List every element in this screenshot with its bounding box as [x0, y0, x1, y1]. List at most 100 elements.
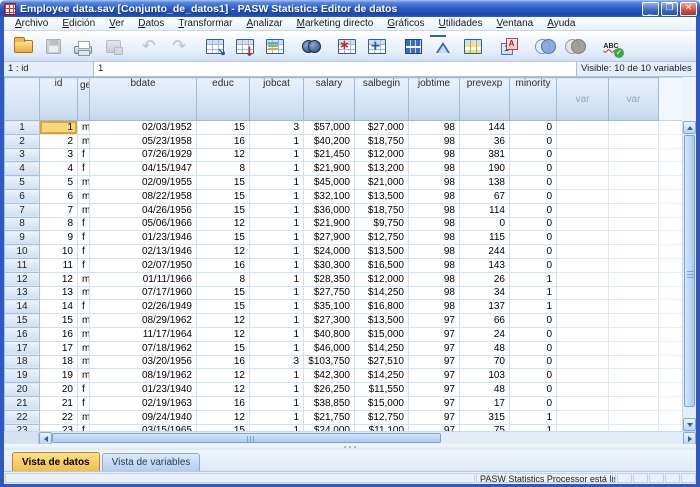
maximize-button[interactable]: ❐: [661, 2, 678, 16]
cell-id-row19[interactable]: 19: [40, 369, 78, 383]
cell-jobtime-row3[interactable]: 98: [409, 148, 460, 162]
cell-salary-row13[interactable]: $27,750: [304, 286, 355, 300]
cell-var2-row12[interactable]: [609, 272, 659, 286]
redo-button[interactable]: ↷: [165, 33, 193, 60]
cell-salary-row22[interactable]: $21,750: [304, 410, 355, 424]
cell-bdate-row18[interactable]: 03/20/1956: [90, 355, 197, 369]
cell-prevexp-row16[interactable]: 24: [460, 327, 510, 341]
cell-salary-row12[interactable]: $28,350: [304, 272, 355, 286]
horizontal-scroll-thumb[interactable]: [52, 433, 441, 443]
cell-var1-row17[interactable]: [557, 341, 609, 355]
cell-var2-row13[interactable]: [609, 286, 659, 300]
cell-educ-row2[interactable]: 16: [197, 134, 250, 148]
cell-educ-row15[interactable]: 12: [197, 314, 250, 328]
cell-salbegin-row22[interactable]: $12,750: [355, 410, 409, 424]
cell-id-row14[interactable]: 14: [40, 300, 78, 314]
cell-jobtime-row2[interactable]: 98: [409, 134, 460, 148]
cell-var2-row14[interactable]: [609, 300, 659, 314]
cell-jobcat-row4[interactable]: 1: [250, 162, 304, 176]
cell-prevexp-row10[interactable]: 244: [460, 245, 510, 259]
cell-var1-row15[interactable]: [557, 314, 609, 328]
cell-prevexp-row15[interactable]: 66: [460, 314, 510, 328]
row-header-19[interactable]: 19: [5, 369, 40, 383]
cell-jobtime-row12[interactable]: 98: [409, 272, 460, 286]
cell-id-row6[interactable]: 6: [40, 189, 78, 203]
cell-gender-row9[interactable]: f: [78, 231, 90, 245]
vertical-scroll-track[interactable]: [683, 408, 696, 418]
cell-gender-row10[interactable]: f: [78, 245, 90, 259]
cell-salary-row7[interactable]: $36,000: [304, 203, 355, 217]
cell-bdate-row15[interactable]: 08/29/1962: [90, 314, 197, 328]
cell-id-row16[interactable]: 16: [40, 327, 78, 341]
column-header-prevexp[interactable]: prevexp: [460, 78, 510, 121]
cell-salbegin-row19[interactable]: $14,250: [355, 369, 409, 383]
column-header-var2[interactable]: var: [609, 78, 659, 121]
cell-minority-row12[interactable]: 1: [510, 272, 557, 286]
column-header-bdate[interactable]: bdate: [90, 78, 197, 121]
cell-salbegin-row7[interactable]: $18,750: [355, 203, 409, 217]
cell-salbegin-row17[interactable]: $14,250: [355, 341, 409, 355]
cell-minority-row9[interactable]: 0: [510, 231, 557, 245]
cell-minority-row2[interactable]: 0: [510, 134, 557, 148]
cell-var1-row1[interactable]: [557, 121, 609, 135]
cell-minority-row10[interactable]: 0: [510, 245, 557, 259]
cell-minority-row8[interactable]: 0: [510, 217, 557, 231]
cell-salbegin-row14[interactable]: $16,800: [355, 300, 409, 314]
cell-gender-row3[interactable]: f: [78, 148, 90, 162]
cell-gender-row18[interactable]: m: [78, 355, 90, 369]
menu-marketing-directo[interactable]: Marketing directo: [290, 18, 381, 29]
cell-jobcat-row5[interactable]: 1: [250, 176, 304, 190]
cell-bdate-row17[interactable]: 07/18/1962: [90, 341, 197, 355]
use-variable-sets-button[interactable]: [531, 33, 559, 60]
cell-jobcat-row16[interactable]: 1: [250, 327, 304, 341]
cell-jobtime-row9[interactable]: 98: [409, 231, 460, 245]
cell-jobtime-row14[interactable]: 98: [409, 300, 460, 314]
cell-var2-row21[interactable]: [609, 396, 659, 410]
cell-jobcat-row13[interactable]: 1: [250, 286, 304, 300]
cell-var2-row9[interactable]: [609, 231, 659, 245]
cell-var1-row19[interactable]: [557, 369, 609, 383]
cell-var1-row16[interactable]: [557, 327, 609, 341]
cell-educ-row9[interactable]: 15: [197, 231, 250, 245]
cell-var1-row2[interactable]: [557, 134, 609, 148]
cell-salbegin-row8[interactable]: $9,750: [355, 217, 409, 231]
row-header-3[interactable]: 3: [5, 148, 40, 162]
cell-salary-row2[interactable]: $40,200: [304, 134, 355, 148]
cell-gender-row20[interactable]: f: [78, 383, 90, 397]
cell-var1-row6[interactable]: [557, 189, 609, 203]
cell-minority-row3[interactable]: 0: [510, 148, 557, 162]
cell-gender-row19[interactable]: m: [78, 369, 90, 383]
cell-gender-row16[interactable]: m: [78, 327, 90, 341]
cell-jobcat-row1[interactable]: 3: [250, 121, 304, 135]
menu-edicion[interactable]: Edición: [55, 18, 102, 29]
row-header-1[interactable]: 1: [5, 121, 40, 135]
cell-gender-row22[interactable]: m: [78, 410, 90, 424]
cell-educ-row1[interactable]: 15: [197, 121, 250, 135]
cell-var2-row6[interactable]: [609, 189, 659, 203]
cell-prevexp-row14[interactable]: 137: [460, 300, 510, 314]
cell-salary-row18[interactable]: $103,750: [304, 355, 355, 369]
cell-id-row13[interactable]: 13: [40, 286, 78, 300]
cell-var2-row10[interactable]: [609, 245, 659, 259]
cell-var1-row4[interactable]: [557, 162, 609, 176]
cell-educ-row5[interactable]: 15: [197, 176, 250, 190]
cell-salary-row4[interactable]: $21,900: [304, 162, 355, 176]
cell-var1-row8[interactable]: [557, 217, 609, 231]
cell-id-row2[interactable]: 2: [40, 134, 78, 148]
cell-id-row20[interactable]: 20: [40, 383, 78, 397]
save-file-button[interactable]: [39, 33, 67, 60]
cell-bdate-row21[interactable]: 02/19/1963: [90, 396, 197, 410]
cell-salbegin-row2[interactable]: $18,750: [355, 134, 409, 148]
column-header-salbegin[interactable]: salbegin: [355, 78, 409, 121]
cell-gender-row11[interactable]: f: [78, 258, 90, 272]
cell-bdate-row23[interactable]: 03/15/1965: [90, 424, 197, 431]
cell-salbegin-row23[interactable]: $11,100: [355, 424, 409, 431]
cell-id-row8[interactable]: 8: [40, 217, 78, 231]
cell-salbegin-row10[interactable]: $13,500: [355, 245, 409, 259]
cell-var2-row4[interactable]: [609, 162, 659, 176]
cell-salbegin-row6[interactable]: $13,500: [355, 189, 409, 203]
cell-prevexp-row12[interactable]: 26: [460, 272, 510, 286]
row-header-8[interactable]: 8: [5, 217, 40, 231]
row-header-14[interactable]: 14: [5, 300, 40, 314]
cell-var2-row16[interactable]: [609, 327, 659, 341]
